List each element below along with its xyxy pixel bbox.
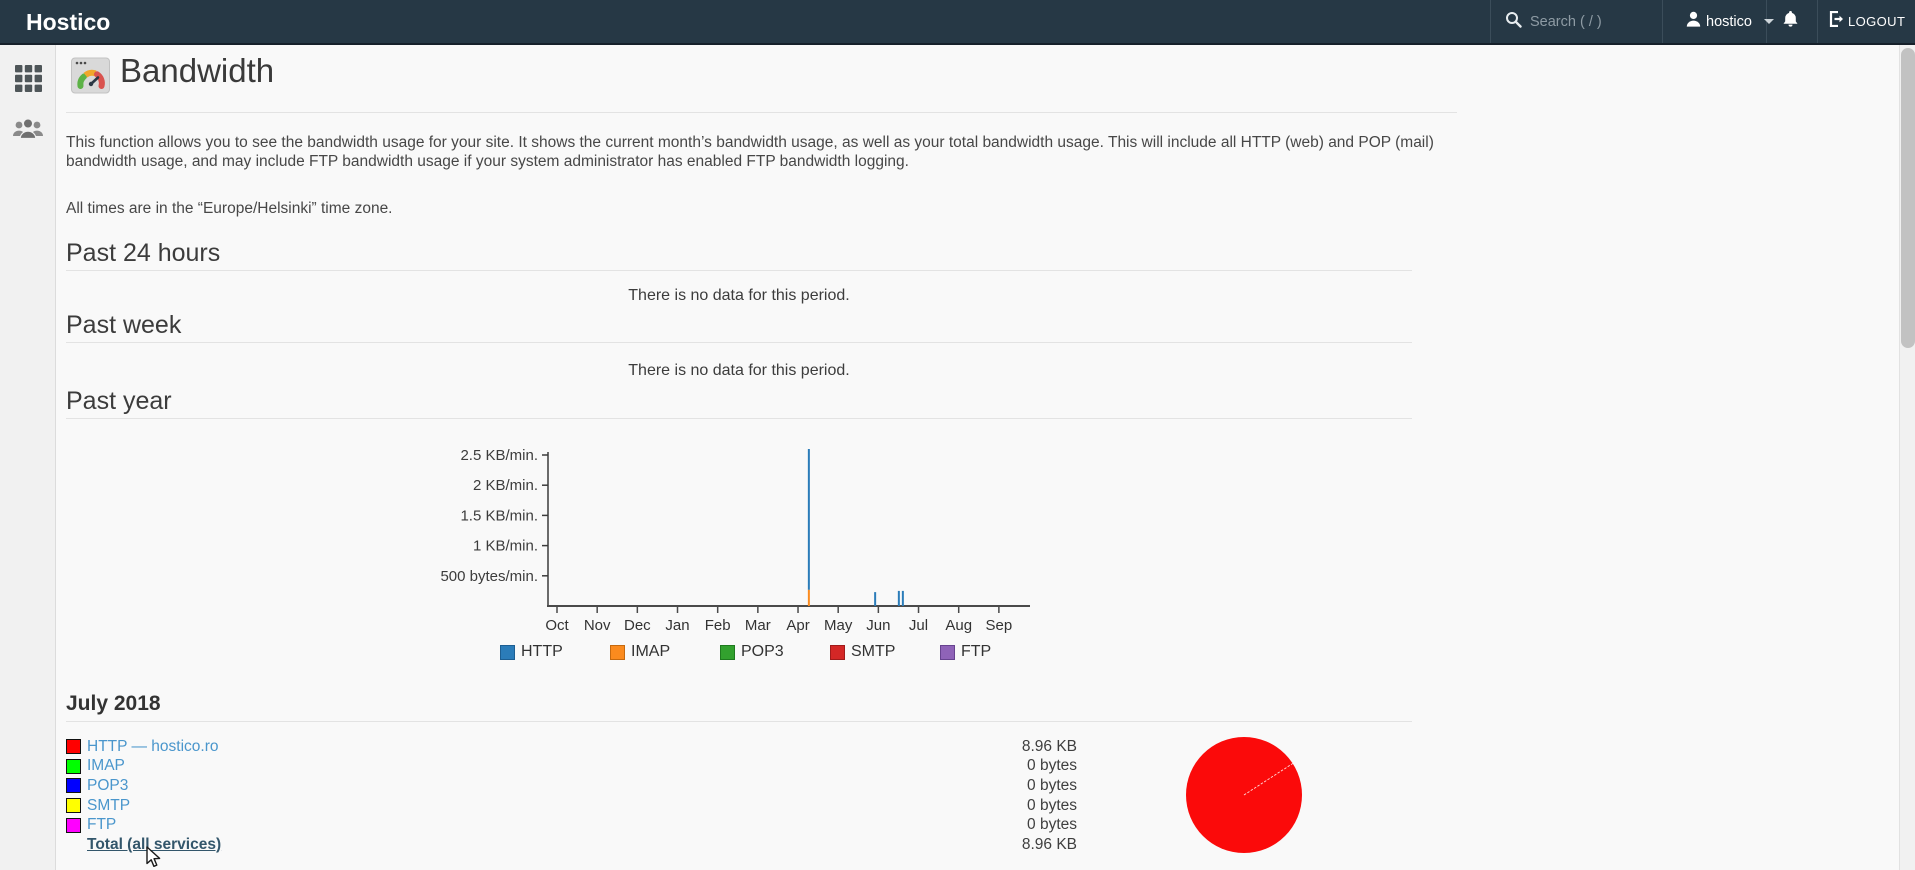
legend-label: IMAP [631,643,671,660]
logout-button[interactable]: LOGOUT [1828,0,1905,43]
service-usage-value: 0 bytes [1027,796,1077,814]
y-tick-label: 1.5 KB/min. [460,507,538,524]
legend-item: POP3 [720,643,830,661]
service-color-swatch [66,739,81,755]
sidebar [0,45,56,870]
y-tick-label: 2 KB/min. [473,477,538,494]
table-row: IMAP 0 bytes [66,757,1077,777]
service-color-swatch [66,817,81,833]
table-row: SMTP 0 bytes [66,796,1077,816]
table-row: Total (all services) 8.96 KB [66,835,1077,855]
legend-item: HTTP [500,643,610,661]
legend-swatch-ftp [940,644,955,660]
service-color-swatch [66,758,81,774]
timezone-note: All times are in the “Europe/Helsinki” t… [66,200,393,217]
mouse-cursor [146,846,161,867]
x-axis-month-label: Jul [909,617,928,634]
bandwidth-gauge-icon [71,56,110,99]
user-menu[interactable]: hostico [1686,0,1774,43]
service-usage-value: 0 bytes [1027,757,1077,775]
apps-grid-button[interactable] [0,61,56,101]
chart-legend: HTTP IMAP POP3 SMTP FTP [500,643,1050,661]
legend-label: POP3 [741,643,784,660]
logout-label: LOGOUT [1848,14,1906,29]
scrollbar-track[interactable] [1899,45,1915,870]
service-usage-value: 0 bytes [1027,776,1077,794]
user-icon [1686,11,1701,32]
legend-item: FTP [940,643,1050,661]
legend-swatch-http [500,644,515,660]
legend-label: SMTP [851,643,896,660]
x-axis-month-label: Jun [866,617,890,634]
x-axis-month-label: Nov [584,617,611,634]
page-title: Bandwidth [120,52,275,89]
x-axis-month-label: Oct [545,617,569,634]
legend-item: SMTP [830,643,940,661]
title-divider [66,112,1457,113]
service-color-swatch [66,778,81,794]
y-tick-label: 2.5 KB/min. [460,447,538,464]
search-input[interactable]: Search ( / ) [1505,0,1655,43]
service-link[interactable]: POP3 [87,777,857,795]
y-tick-label: 500 bytes/min. [440,568,538,585]
header-divider [1490,0,1491,43]
scrollbar-thumb[interactable] [1901,48,1915,348]
past-year-bandwidth-chart: 2.5 KB/min. 2 KB/min. 1.5 KB/min. 1 KB/min.… [440,447,1030,634]
service-link[interactable]: FTP [87,816,857,834]
table-row: FTP 0 bytes [66,815,1077,835]
service-usage-value: 0 bytes [1027,816,1077,834]
user-name: hostico [1706,13,1752,30]
service-color-swatch [66,798,81,814]
header-divider [1662,0,1663,43]
section-heading-past-year: Past year [66,389,1412,419]
usage-table: HTTP — hostico.ro 8.96 KB IMAP 0 bytes POP3 0… [66,737,1077,855]
x-axis-month-label: Aug [945,617,972,634]
x-axis-month-label: Sep [986,617,1013,634]
section-heading-july-2018: July 2018 [66,692,1412,722]
search-icon [1505,11,1522,33]
header-divider [1817,0,1818,43]
section-heading-past-week: Past week [66,313,1412,343]
table-row: POP3 0 bytes [66,776,1077,796]
legend-label: HTTP [521,643,563,660]
top-bar: Hostico Search ( / ) hostico LOGOUT [0,0,1915,45]
chevron-down-icon [1763,19,1774,24]
users-nav-button[interactable] [0,111,56,151]
page-description: This function allows you to see the band… [66,134,1434,170]
table-row: HTTP — hostico.ro 8.96 KB [66,737,1077,757]
total-all-services-link[interactable]: Total (all services) [87,836,857,854]
usage-pie-chart [1186,737,1302,853]
x-axis-month-label: Dec [624,617,651,634]
service-link[interactable]: SMTP [87,797,857,815]
x-axis-month-label: Jan [665,617,689,634]
x-axis-month-label: Apr [786,617,809,634]
no-data-message: There is no data for this period. [628,287,850,304]
y-tick-label: 1 KB/min. [473,538,538,555]
no-data-message: There is no data for this period. [628,362,850,379]
legend-swatch-smtp [830,644,845,660]
brand-logo[interactable]: Hostico [26,9,110,36]
grid-icon [14,65,42,97]
bell-icon [1782,10,1799,33]
legend-item: IMAP [610,643,720,661]
service-link[interactable]: HTTP — hostico.ro [87,738,857,756]
x-axis-month-label: Feb [705,617,731,634]
service-usage-value: 8.96 KB [1021,835,1077,853]
section-heading-past-24-hours: Past 24 hours [66,241,1412,271]
x-axis-month-label: May [824,617,853,634]
legend-swatch-imap [610,644,625,660]
users-icon [12,116,44,147]
legend-label: FTP [961,643,992,660]
logout-icon [1828,10,1844,32]
service-link[interactable]: IMAP [87,757,857,775]
service-usage-value: 8.96 KB [1021,737,1077,755]
search-placeholder: Search ( / ) [1530,13,1602,30]
notifications-button[interactable] [1782,0,1799,43]
legend-swatch-pop3 [720,644,735,660]
x-axis-month-label: Mar [745,617,771,634]
